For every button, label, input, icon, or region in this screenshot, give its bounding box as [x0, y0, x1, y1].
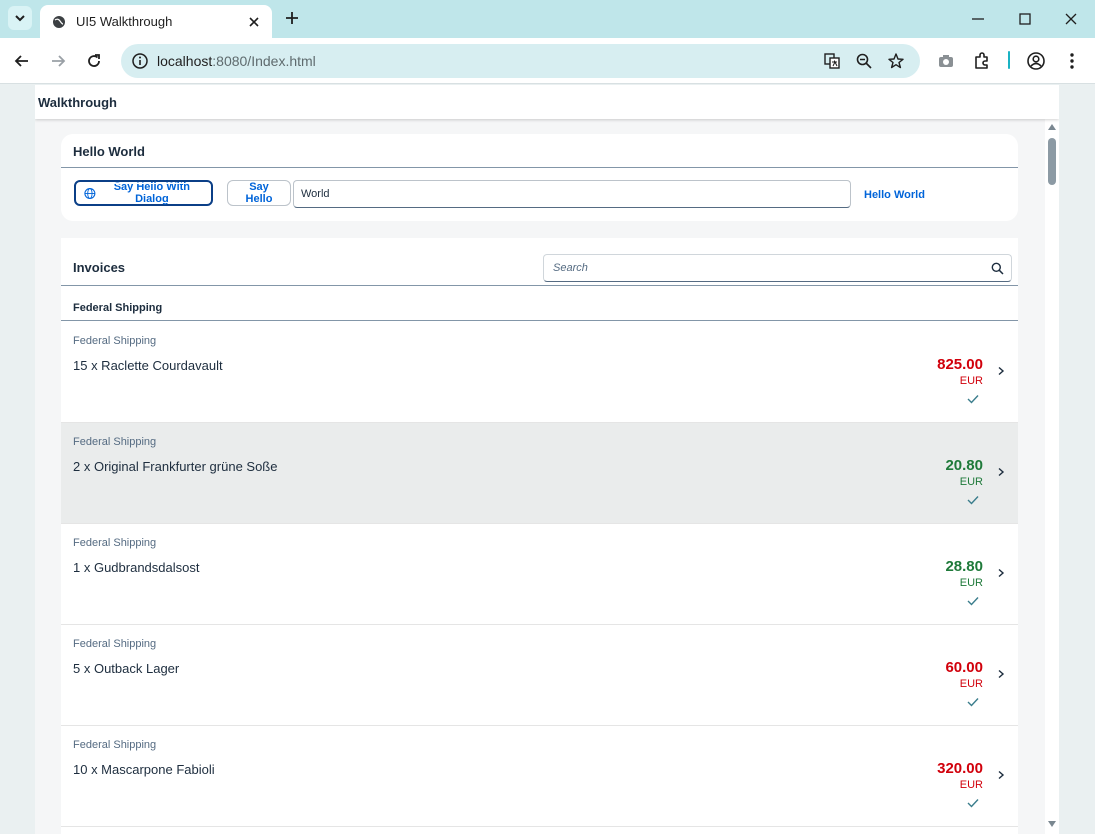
panel-divider [61, 167, 1018, 168]
shell-header: Walkthrough [35, 85, 1059, 119]
invoice-currency: EUR [959, 476, 983, 488]
translate-icon[interactable] [823, 52, 841, 70]
maximize-icon[interactable] [1016, 10, 1034, 28]
invoice-list-title: Invoices [73, 260, 126, 275]
camera-icon[interactable] [936, 51, 956, 71]
forward-arrow-icon[interactable] [48, 51, 68, 71]
invoice-product: 2 x Original Frankfurter grüne Soße [73, 459, 278, 474]
new-tab-plus-icon[interactable] [282, 8, 302, 28]
search-input[interactable]: Search [543, 254, 1012, 282]
invoice-list-header: Invoices Search [61, 238, 1018, 286]
invoice-product: 5 x Outback Lager [73, 661, 180, 676]
invoice-shipper: Federal Shipping [73, 537, 157, 549]
close-icon[interactable] [246, 14, 262, 30]
chevron-right-icon [998, 669, 1005, 679]
invoice-shipper: Federal Shipping [73, 335, 157, 347]
say-hello-button[interactable]: Say Hello [227, 180, 291, 206]
checkmark-icon [967, 597, 979, 606]
invoice-shipper: Federal Shipping [73, 436, 157, 448]
invoice-product: 1 x Gudbrandsdalsost [73, 560, 200, 575]
minimize-icon[interactable] [969, 10, 987, 28]
extensions-puzzle-icon[interactable] [972, 51, 992, 71]
invoice-amount: 825.00 [937, 356, 983, 373]
invoice-row[interactable]: Federal Shipping 1 x Gudbrandsdalsost 28… [61, 524, 1018, 625]
checkmark-icon [967, 496, 979, 505]
address-bar[interactable]: localhost:8080/Index.html [121, 44, 920, 78]
scroll-up-arrow-icon[interactable] [1048, 124, 1056, 130]
invoice-list: Invoices Search Federal Shipping Federal… [61, 238, 1018, 834]
group-header-label: Federal Shipping [73, 302, 163, 314]
hello-panel: Hello World Say Hello With Dialog Say He… [61, 134, 1018, 221]
invoice-amount: 28.80 [945, 558, 983, 575]
panel-title: Hello World [73, 144, 145, 159]
back-arrow-icon[interactable] [12, 51, 32, 71]
invoice-currency: EUR [959, 375, 983, 387]
say-hello-dialog-label: Say Hello With Dialog [113, 181, 191, 205]
name-input[interactable]: World [293, 180, 851, 208]
tab-search-button[interactable] [8, 6, 32, 30]
invoice-currency: EUR [959, 678, 983, 690]
url-text[interactable]: localhost:8080/Index.html [157, 53, 316, 69]
app-page: Walkthrough Hello World Say Hello With D… [35, 85, 1059, 834]
invoice-amount: 20.80 [945, 457, 983, 474]
app-title: Walkthrough [38, 95, 117, 110]
search-icon[interactable] [991, 262, 1004, 275]
browser-tab-active[interactable]: UI5 Walkthrough [40, 5, 272, 38]
window-close-icon[interactable] [1062, 10, 1080, 28]
url-host: localhost [157, 53, 213, 69]
invoice-shipper: Federal Shipping [73, 638, 157, 650]
search-placeholder: Search [553, 262, 588, 274]
reload-icon[interactable] [84, 51, 104, 71]
chevron-right-icon [998, 467, 1005, 477]
chevron-down-icon [15, 15, 25, 22]
kebab-menu-icon[interactable] [1062, 51, 1082, 71]
tab-title: UI5 Walkthrough [76, 14, 173, 29]
invoice-product: 15 x Raclette Courdavault [73, 358, 223, 373]
invoice-row[interactable]: Federal Shipping 5 x Outback Lager 60.00… [61, 625, 1018, 726]
chevron-right-icon [998, 366, 1005, 376]
url-path: :8080/Index.html [212, 53, 316, 69]
invoice-product: 10 x Mascarpone Fabioli [73, 762, 215, 777]
page-scrollbar[interactable] [1045, 119, 1059, 834]
world-icon [84, 187, 96, 199]
invoice-row[interactable]: Federal Shipping 15 x Raclette Courdavau… [61, 322, 1018, 423]
scroll-thumb[interactable] [1048, 138, 1056, 185]
profile-avatar-icon[interactable] [1026, 51, 1046, 71]
greeting-text: Hello World [864, 189, 925, 201]
invoice-amount: 60.00 [945, 659, 983, 676]
checkmark-icon [967, 395, 979, 404]
checkmark-icon [967, 799, 979, 808]
bookmark-star-icon[interactable] [887, 52, 905, 70]
say-hello-dialog-button[interactable]: Say Hello With Dialog [74, 180, 213, 206]
checkmark-icon [967, 698, 979, 707]
browser-toolbar: localhost:8080/Index.html [0, 38, 1095, 84]
invoice-row[interactable]: Federal Shipping 10 x Mascarpone Fabioli… [61, 726, 1018, 827]
zoom-icon[interactable] [855, 52, 873, 70]
scroll-down-arrow-icon[interactable] [1048, 821, 1056, 827]
site-info-icon[interactable] [131, 52, 149, 70]
globe-icon [53, 15, 65, 28]
invoice-currency: EUR [959, 577, 983, 589]
chevron-right-icon [998, 568, 1005, 578]
invoice-currency: EUR [959, 779, 983, 791]
invoice-shipper: Federal Shipping [73, 739, 157, 751]
invoice-row[interactable]: Federal Shipping 2 x Original Frankfurte… [61, 423, 1018, 524]
browser-tabstrip: UI5 Walkthrough [0, 0, 1095, 38]
chevron-right-icon [998, 770, 1005, 780]
group-header: Federal Shipping [61, 286, 1018, 321]
toolbar-separator [1008, 51, 1010, 69]
invoice-amount: 320.00 [937, 760, 983, 777]
